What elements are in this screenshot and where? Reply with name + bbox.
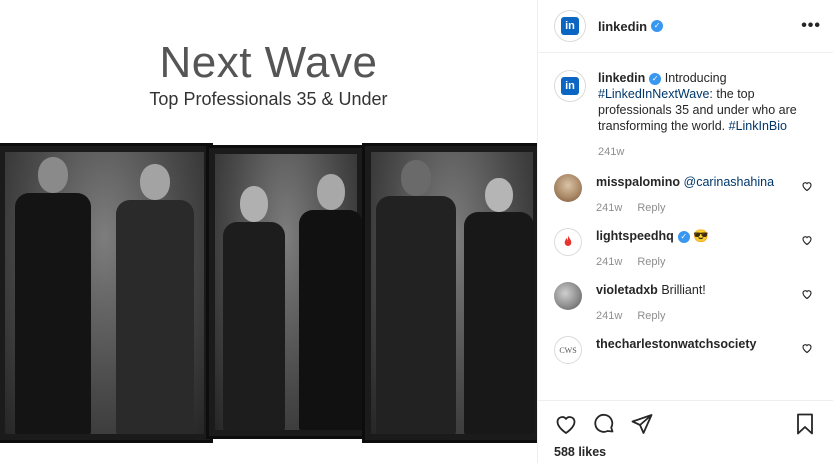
timestamp[interactable]: 241w <box>596 256 622 268</box>
comment-body: 😎 <box>693 229 709 243</box>
commenter-avatar[interactable] <box>554 282 582 310</box>
post-actions: 588 likes <box>538 400 833 459</box>
caption-avatar[interactable]: in <box>554 70 586 102</box>
verified-badge-icon: ✓ <box>649 72 662 85</box>
comment-bubble-icon[interactable] <box>592 412 616 436</box>
comment-username[interactable]: lightspeedhq <box>596 229 674 243</box>
heart-icon[interactable] <box>801 234 813 246</box>
cws-logo-text: CWS <box>559 345 577 355</box>
image-subtitle: Top Professionals 35 & Under <box>149 89 388 109</box>
person-silhouette <box>113 154 197 434</box>
hashtag-link[interactable]: #LinkedInNextWave <box>598 87 709 101</box>
heart-icon[interactable] <box>801 288 813 300</box>
person-silhouette <box>13 149 93 434</box>
photo-frame-right <box>362 143 537 443</box>
person-silhouette <box>295 168 367 430</box>
bookmark-icon[interactable] <box>793 412 817 436</box>
photo-frame-middle <box>206 145 366 439</box>
post-image[interactable]: Next Wave Top Professionals 35 & Under <box>0 0 537 463</box>
caption-lead: Introducing <box>664 71 727 85</box>
hashtag-link[interactable]: #LinkInBio <box>729 119 787 133</box>
comment-item: violetadxb Brilliant! 241w Reply <box>554 282 817 322</box>
caption-meta: 241w <box>598 146 798 158</box>
comment-meta: 241w Reply <box>596 310 796 322</box>
reply-button[interactable]: Reply <box>637 310 665 322</box>
heart-icon[interactable] <box>801 180 813 192</box>
account-avatar[interactable]: in <box>554 10 586 42</box>
comment-username[interactable]: thecharlestonwatchsociety <box>596 337 756 351</box>
timestamp[interactable]: 241w <box>596 202 622 214</box>
comment-text: lightspeedhq ✓ 😎 <box>596 228 796 244</box>
comment-meta: 241w Reply <box>596 256 796 268</box>
person-silhouette <box>373 154 459 434</box>
person-silhouette <box>219 180 289 430</box>
comment-item: lightspeedhq ✓ 😎 241w Reply <box>554 228 817 268</box>
caption-username[interactable]: linkedin <box>598 71 645 85</box>
reply-button[interactable]: Reply <box>637 256 665 268</box>
commenter-avatar[interactable] <box>554 228 582 256</box>
photo-frame-left <box>0 143 213 443</box>
comment-text: violetadxb Brilliant! <box>596 282 796 298</box>
linkedin-logo-icon: in <box>561 17 579 35</box>
like-heart-icon[interactable] <box>554 412 578 436</box>
comment-text: misspalomino @carinashahina <box>596 174 796 190</box>
linkedin-logo-icon: in <box>561 77 579 95</box>
comment-text: thecharlestonwatchsociety <box>596 336 796 352</box>
reply-button[interactable]: Reply <box>637 202 665 214</box>
caption-text: linkedin ✓ Introducing #LinkedInNextWave:… <box>598 70 798 134</box>
post-header: in linkedin ✓ ••• <box>538 0 833 53</box>
commenter-avatar[interactable] <box>554 174 582 202</box>
verified-badge-icon: ✓ <box>651 20 664 32</box>
caption: in linkedin ✓ Introducing #LinkedInNextWa… <box>554 70 817 158</box>
mention-link[interactable]: @carinashahina <box>684 175 775 189</box>
timestamp[interactable]: 241w <box>598 146 624 158</box>
comments-list[interactable]: in linkedin ✓ Introducing #LinkedInNextWa… <box>538 54 833 399</box>
comment-username[interactable]: violetadxb <box>596 283 658 297</box>
flame-logo-icon <box>564 235 572 246</box>
comment-body: Brilliant! <box>661 283 706 297</box>
more-options-icon[interactable]: ••• <box>801 17 821 35</box>
heart-icon[interactable] <box>801 342 813 354</box>
account-username[interactable]: linkedin <box>598 19 647 34</box>
timestamp[interactable]: 241w <box>596 310 622 322</box>
post-sidebar: in linkedin ✓ ••• in linkedin ✓ Introduci… <box>537 0 833 463</box>
commenter-avatar[interactable]: CWS <box>554 336 582 364</box>
person-silhouette <box>461 172 537 434</box>
image-title: Next Wave <box>159 38 378 87</box>
verified-badge-icon: ✓ <box>677 230 690 243</box>
share-icon[interactable] <box>630 412 654 436</box>
comment-item: CWS thecharlestonwatchsociety <box>554 336 817 364</box>
likes-count[interactable]: 588 likes <box>554 445 817 459</box>
comment-username[interactable]: misspalomino <box>596 175 680 189</box>
action-icons <box>554 409 817 439</box>
comment-meta: 241w Reply <box>596 202 796 214</box>
comment-item: misspalomino @carinashahina 241w Reply <box>554 174 817 214</box>
